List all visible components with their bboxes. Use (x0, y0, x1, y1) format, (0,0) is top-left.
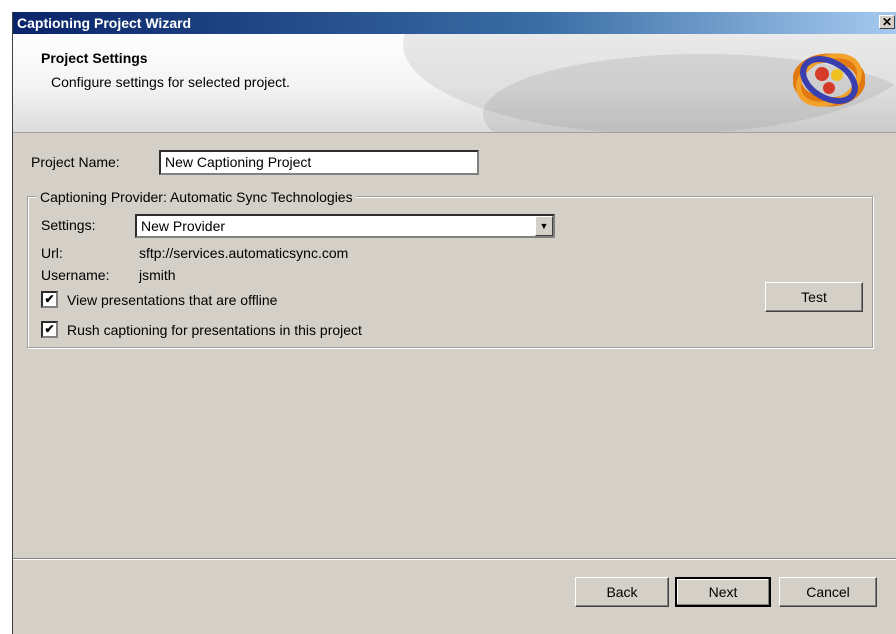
test-button[interactable]: Test (765, 282, 863, 312)
chevron-down-icon[interactable]: ▼ (535, 216, 553, 236)
username-value: jsmith (139, 267, 176, 283)
footer-separator (13, 558, 896, 560)
url-label: Url: (41, 245, 63, 261)
page-subtitle: Configure settings for selected project. (51, 74, 290, 90)
offline-checkbox-label[interactable]: View presentations that are offline (67, 292, 277, 308)
wizard-header: Project Settings Configure settings for … (13, 34, 896, 133)
window-title: Captioning Project Wizard (17, 15, 192, 31)
offline-checkbox[interactable]: ✔ (41, 291, 58, 308)
username-label: Username: (41, 267, 110, 283)
project-name-label: Project Name: (31, 154, 120, 170)
url-value: sftp://services.automaticsync.com (139, 245, 349, 261)
project-name-input[interactable]: New Captioning Project (159, 150, 479, 175)
close-button[interactable]: ✕ (879, 15, 895, 29)
page-title: Project Settings (41, 50, 148, 66)
wizard-window: Captioning Project Wizard ✕ Project Sett… (12, 12, 896, 634)
app-logo-icon (793, 53, 865, 107)
settings-label: Settings: (41, 217, 96, 233)
settings-selected-value: New Provider (141, 218, 226, 234)
rush-checkbox[interactable]: ✔ (41, 321, 58, 338)
group-legend: Captioning Provider: Automatic Sync Tech… (37, 189, 356, 205)
title-bar[interactable]: Captioning Project Wizard ✕ (13, 12, 896, 34)
checkmark-icon: ✔ (44, 292, 55, 306)
back-button[interactable]: Back (575, 577, 669, 607)
close-icon: ✕ (881, 15, 893, 29)
checkmark-icon: ✔ (44, 322, 55, 336)
next-button[interactable]: Next (675, 577, 771, 607)
cancel-button[interactable]: Cancel (779, 577, 877, 607)
rush-checkbox-label[interactable]: Rush captioning for presentations in thi… (67, 322, 362, 338)
settings-dropdown[interactable]: New Provider ▼ (135, 214, 555, 238)
